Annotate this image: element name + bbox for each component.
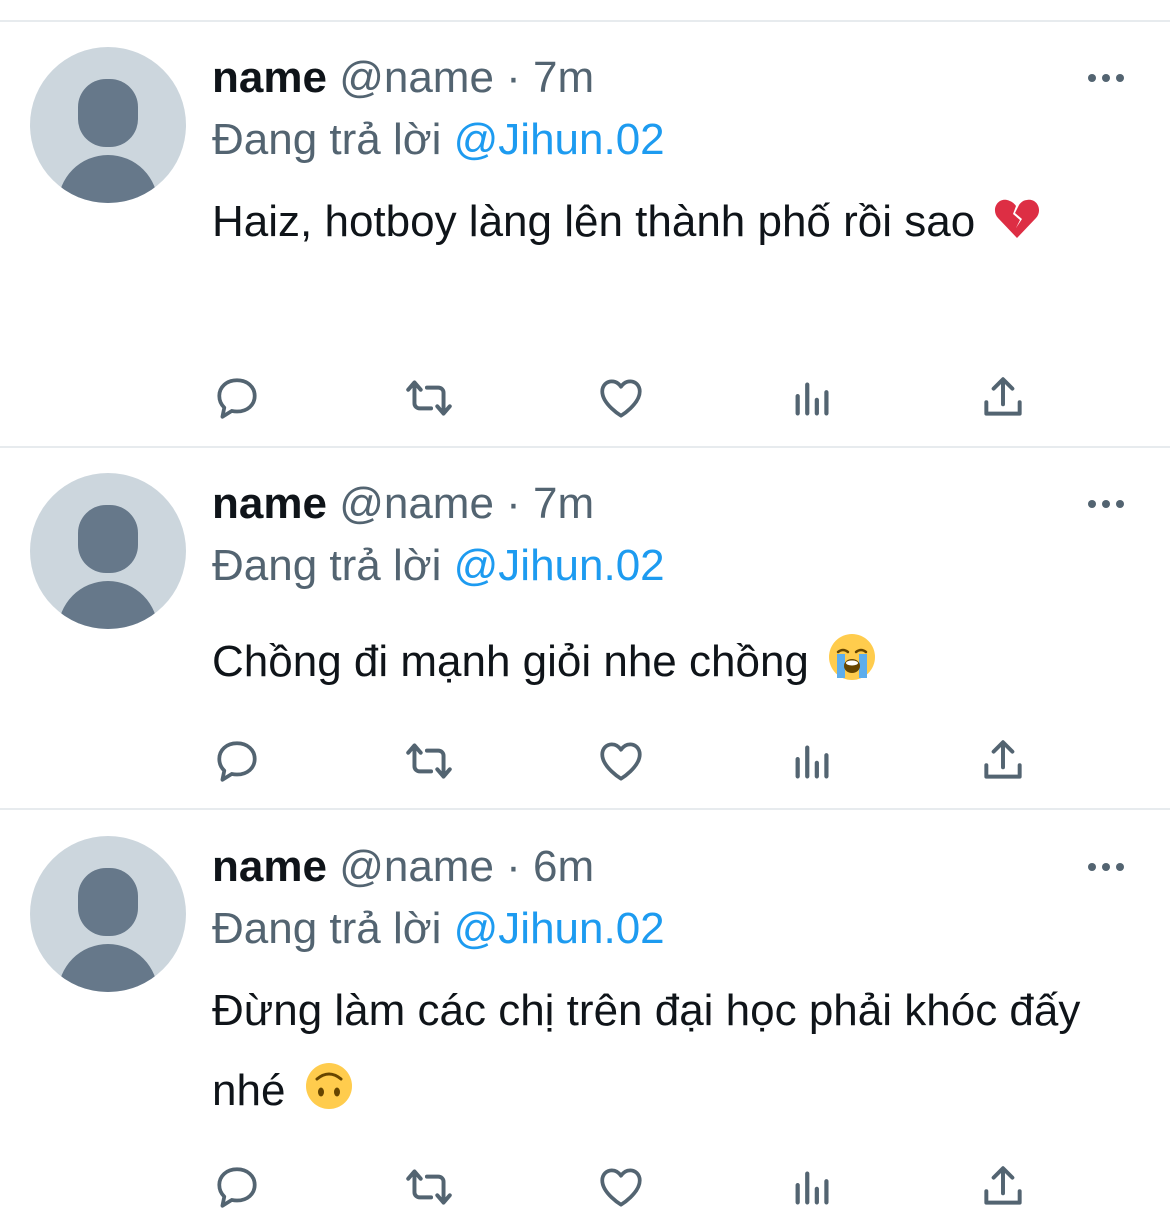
replying-to: Đang trả lời @Jihun.02 — [212, 901, 665, 957]
avatar[interactable] — [30, 836, 186, 992]
display-name[interactable]: name — [212, 842, 327, 891]
share-icon[interactable] — [973, 1157, 1033, 1217]
avatar-shoulders — [58, 944, 158, 992]
tweet[interactable]: name @name · 6m Đang trả lời @Jihun.02 Đ… — [0, 0, 1170, 1221]
avatar-head — [78, 868, 138, 936]
timestamp[interactable]: 6m — [533, 842, 594, 891]
user-handle[interactable]: @name — [339, 842, 494, 891]
reply-target-link[interactable]: @Jihun.02 — [454, 904, 665, 953]
reply-icon[interactable] — [207, 1157, 267, 1217]
more-options-icon[interactable] — [1086, 857, 1126, 877]
tweet-header: name @name · 6m — [212, 839, 594, 895]
upside-down-face-icon — [304, 1057, 354, 1137]
tweet-text: Đừng làm các chị trên đại học phải khóc … — [212, 971, 1112, 1137]
like-icon[interactable] — [591, 1157, 651, 1217]
reply-prefix: Đang trả lời — [212, 904, 442, 953]
tweet-actions — [0, 1157, 1170, 1217]
tweet-feed: name @name · 7m Đang trả lời @Jihun.02 H… — [0, 0, 1170, 1221]
separator-dot: · — [506, 842, 521, 891]
analytics-icon[interactable] — [783, 1157, 843, 1217]
retweet-icon[interactable] — [399, 1157, 459, 1217]
